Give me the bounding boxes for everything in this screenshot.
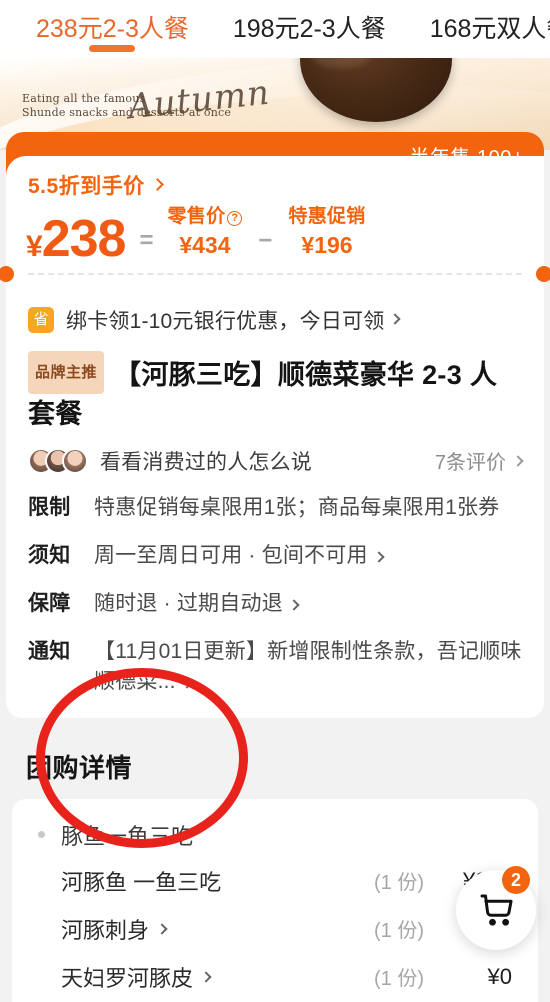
info-key: 限制 [28, 495, 71, 519]
shopping-cart-icon [480, 894, 513, 926]
info-value: 特惠促销每桌限用1张；商品每桌限用1张券 [94, 495, 500, 519]
promo-value: ¥196 [301, 231, 353, 258]
dish-qty: (1 份) [374, 920, 424, 943]
avatar [62, 447, 88, 474]
reviews-entry-row[interactable]: 看看消费过的人怎么说 7条评价 [6, 434, 544, 482]
page-title: 品牌主推 【河豚三吃】顺德菜豪华 2-3 人套餐 [6, 345, 544, 434]
chevron-right-icon [373, 551, 385, 563]
info-value: 【11月01日更新】新增限制性条款，吾记顺味顺德菜... [94, 635, 522, 695]
notch-left [0, 265, 14, 282]
info-value-text: 【11月01日更新】新增限制性条款，吾记顺味顺德菜... [94, 639, 522, 693]
dish-price: ¥0 [487, 963, 512, 989]
retail-price-column: 零售价? ¥434 [167, 204, 243, 265]
info-row-guarantee[interactable]: 保障 随时退 · 过期自动退 [6, 578, 544, 626]
discount-label: 5.5折到手价 [28, 175, 145, 198]
details-section-title: 团购详情 [26, 752, 133, 783]
retail-price-label-wrap: 零售价? [167, 204, 243, 230]
chevron-right-icon [200, 971, 212, 983]
question-mark-icon[interactable]: ? [227, 211, 243, 226]
reviewer-avatars [28, 447, 88, 474]
info-key: 通知 [28, 639, 71, 663]
final-price: ¥238 [26, 209, 127, 268]
final-price-value: 238 [41, 209, 127, 268]
dish-qty: (1 份) [374, 872, 424, 895]
chevron-right-icon [389, 313, 402, 325]
price-panel: 5.5折到手价 ¥238 = 零售价? ¥434 − 特惠促销 ¥196 [0, 156, 550, 287]
reviews-count-label: 7条评价 [434, 452, 506, 475]
tab-label: 238元2-3人餐 [36, 15, 189, 43]
package-tabs: 238元2-3人餐 198元2-3人餐 168元双人餐 [0, 0, 550, 58]
cart-item-count-badge: 2 [502, 866, 530, 894]
retail-price-value: ¥434 [179, 231, 231, 258]
currency-symbol: ¥ [26, 229, 43, 263]
price-breakdown: ¥238 = 零售价? ¥434 − 特惠促销 ¥196 [6, 200, 544, 265]
shopping-cart-button[interactable]: 2 [456, 866, 536, 950]
info-row-notice[interactable]: 须知 周一至周日可用 · 包间不可用 [6, 530, 544, 578]
equals-sign: = [139, 226, 154, 254]
tab-label: 168元双人餐 [429, 15, 550, 43]
promo-column: 特惠促销 ¥196 [288, 204, 365, 265]
retail-price-label: 零售价 [167, 206, 226, 227]
minus-sign: − [258, 226, 273, 254]
dish-name-wrap: 天妇罗河豚皮 [61, 961, 212, 993]
reviews-count: 7条评价 [434, 446, 524, 475]
info-key: 保障 [28, 591, 71, 615]
info-value-text: 周一至周日可用 · 包间不可用 [94, 543, 368, 567]
info-value-text: 随时退 · 过期自动退 [94, 591, 283, 615]
discount-row[interactable]: 5.5折到手价 [6, 168, 544, 200]
dish-name-wrap: 河豚刺身 [61, 913, 168, 945]
dish-group-header: 豚鱼一鱼三吃 [12, 813, 538, 857]
dish-name-wrap: 河豚鱼 一鱼三吃 [61, 865, 221, 897]
chevron-right-icon [288, 599, 300, 611]
dish-group-name: 豚鱼一鱼三吃 [61, 823, 194, 849]
tab-package-0[interactable]: 238元2-3人餐 [14, 0, 211, 58]
price-coupon-card: 半年售 100+ 5.5折到手价 ¥238 = 零售价? ¥434 − 特惠促销… [0, 132, 550, 287]
product-info-card: 省 绑卡领1-10元银行优惠，今日可领 品牌主推 【河豚三吃】顺德菜豪华 2-3 … [6, 286, 544, 718]
chevron-right-icon [512, 455, 524, 467]
dish-name: 天妇罗河豚皮 [61, 965, 194, 991]
info-row-announcement[interactable]: 通知 【11月01日更新】新增限制性条款，吾记顺味顺德菜... [6, 626, 544, 704]
tab-label: 198元2-3人餐 [232, 15, 386, 43]
reviews-prompt: 看看消费过的人怎么说 [100, 450, 312, 474]
dish-name: 河豚刺身 [61, 917, 150, 943]
bank-coupon-row[interactable]: 省 绑卡领1-10元银行优惠，今日可领 [6, 297, 544, 345]
brand-promoted-badge: 品牌主推 [28, 350, 105, 394]
dashed-divider [28, 272, 522, 275]
promo-label: 特惠促销 [288, 206, 366, 227]
info-value: 周一至周日可用 · 包间不可用 [94, 539, 522, 569]
info-key: 须知 [28, 543, 71, 567]
save-badge-icon: 省 [28, 306, 54, 333]
info-value: 随时退 · 过期自动退 [94, 587, 522, 617]
info-row-limit: 限制 特惠促销每桌限用1张；商品每桌限用1张券 [6, 482, 544, 530]
notch-right [536, 265, 550, 282]
chevron-right-icon [181, 677, 193, 689]
dish-qty: (1 份) [374, 968, 424, 991]
chevron-right-icon [156, 923, 168, 935]
bank-coupon-text: 绑卡领1-10元银行优惠，今日可领 [66, 309, 385, 333]
bullet-icon [38, 831, 45, 839]
tab-package-2[interactable]: 168元双人餐 [408, 0, 550, 58]
coupon-perforation [0, 264, 550, 287]
chevron-right-icon [150, 177, 164, 191]
product-detail-page: 238元2-3人餐 198元2-3人餐 168元双人餐 Eating all t… [0, 0, 550, 1002]
tab-package-1[interactable]: 198元2-3人餐 [211, 0, 408, 58]
dish-name: 河豚鱼 一鱼三吃 [61, 869, 222, 895]
dish-row[interactable]: 天妇罗河豚皮 (1 份) ¥0 [12, 953, 538, 1001]
